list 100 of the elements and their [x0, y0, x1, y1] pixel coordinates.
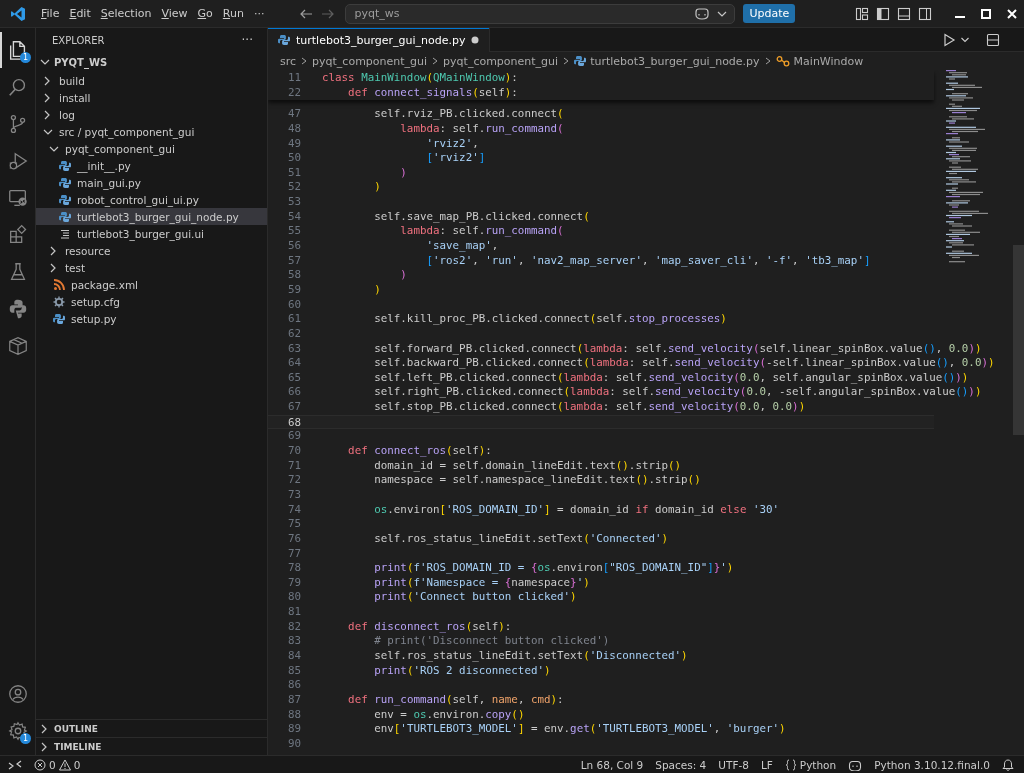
- explorer-entry[interactable]: setup.py: [36, 310, 267, 327]
- breadcrumb-item[interactable]: pyqt_component_gui: [443, 54, 559, 68]
- explorer-folder[interactable]: resource: [36, 242, 267, 259]
- maximize-icon[interactable]: [981, 8, 991, 19]
- line-number: 57: [286, 253, 302, 269]
- menu-item[interactable]: View: [156, 5, 193, 22]
- line-number: 85: [286, 663, 302, 679]
- code-line: 'rviz2',: [425, 136, 479, 152]
- line-number: 52: [286, 180, 302, 196]
- folder-header[interactable]: PYQT_WS: [36, 52, 267, 72]
- line-number: 72: [286, 473, 302, 488]
- status-item[interactable]: Python 3.10.12.final.0: [874, 758, 990, 771]
- explorer-folder[interactable]: src / pyqt_component_gui: [36, 123, 267, 140]
- explorer-entry[interactable]: setup.cfg: [36, 293, 267, 310]
- explorer-folder[interactable]: pyqt_component_gui: [36, 140, 267, 157]
- breadcrumb-item[interactable]: src: [280, 54, 297, 68]
- menu-item[interactable]: Selection: [95, 5, 157, 22]
- line-number: 51: [286, 165, 302, 181]
- explorer-entry[interactable]: main_gui.py: [36, 174, 267, 191]
- python-file-icon: [59, 159, 71, 172]
- problems-button[interactable]: 0 0: [34, 758, 81, 771]
- explorer-folder[interactable]: build: [36, 72, 267, 89]
- code-line: lambda: self.run_command(: [399, 224, 564, 240]
- command-center-field[interactable]: pyqt_ws: [345, 3, 736, 24]
- code-line: env['TURTLEBOT3_MODEL'] = env.get('TURTLEBOT3_MODEL', 'burger'): [373, 722, 786, 737]
- editor-tab[interactable]: turtlebot3_burger_gui_node.py: [268, 28, 491, 52]
- status-item[interactable]: UTF-8: [718, 758, 749, 771]
- status-item[interactable]: Spaces: 4: [655, 758, 707, 771]
- line-number: 63: [286, 341, 302, 357]
- braces-icon: [784, 758, 797, 771]
- explorer-entry[interactable]: package.xml: [36, 276, 267, 293]
- line-number: 71: [286, 458, 302, 474]
- line-number: 55: [286, 224, 302, 240]
- lines-icon: [59, 227, 71, 240]
- bell-icon[interactable]: [1002, 758, 1014, 771]
- code-line: ): [399, 165, 407, 181]
- line-number: 11: [286, 71, 302, 86]
- line-number: 50: [286, 151, 302, 166]
- copilot-icon[interactable]: [694, 6, 711, 21]
- explorer-entry[interactable]: __init__.py: [36, 157, 267, 174]
- package-icon[interactable]: [6, 335, 29, 357]
- remote-explorer-icon[interactable]: [6, 187, 29, 209]
- code-line: os.environ['ROS_DOMAIN_ID'] = domain_id if domain_id else '30': [373, 502, 780, 518]
- line-number: 54: [286, 209, 302, 225]
- python-file-icon: [59, 176, 71, 189]
- line-number: 62: [286, 326, 302, 342]
- line-number: 76: [286, 531, 302, 547]
- notification-badge: 1: [20, 52, 31, 63]
- line-number: 70: [286, 444, 302, 459]
- code-line: namespace = self.namespace_lineEdit.text().strip(): [373, 473, 701, 488]
- explorer-entry[interactable]: turtlebot3_burger_gui_node.py: [36, 208, 267, 225]
- breadcrumb-item[interactable]: MainWindow: [775, 54, 864, 68]
- code-line: env = os.environ.copy(): [373, 707, 525, 723]
- code-line: print('Connect button clicked'): [373, 590, 577, 606]
- close-icon[interactable]: [1007, 8, 1017, 19]
- code-line: def connect_signals(self):: [347, 85, 518, 101]
- settings-icon[interactable]: [6, 720, 29, 742]
- menu-item[interactable]: Run: [217, 5, 249, 22]
- secondary-sidebar-icon[interactable]: [918, 6, 932, 21]
- layout-icon[interactable]: [855, 6, 869, 21]
- code-line: lambda: self.run_command(: [399, 121, 564, 137]
- more-menu[interactable]: ···: [248, 5, 270, 22]
- line-number: 83: [286, 634, 302, 649]
- code-line: class MainWindow(QMainWindow):: [322, 71, 518, 86]
- status-item[interactable]: Ln 68, Col 9: [580, 758, 644, 771]
- breadcrumb-item[interactable]: turtlebot3_burger_gui_node.py: [574, 54, 760, 68]
- line-number: 53: [286, 195, 302, 210]
- status-item[interactable]: LF: [760, 758, 773, 771]
- line-number: 77: [286, 546, 302, 562]
- split-editor-icon[interactable]: [986, 32, 1000, 47]
- line-number: 88: [286, 707, 302, 723]
- status-item[interactable]: Python: [784, 758, 837, 771]
- explorer-folder[interactable]: log: [36, 106, 267, 123]
- more-actions-button[interactable]: ···: [241, 33, 253, 47]
- line-number: 69: [286, 429, 302, 444]
- section-header[interactable]: OUTLINE: [36, 719, 267, 737]
- run-icon[interactable]: [942, 32, 956, 47]
- update-button[interactable]: Update: [743, 4, 796, 23]
- menu-item[interactable]: Edit: [64, 5, 96, 22]
- explorer-folder[interactable]: test: [36, 259, 267, 276]
- account-icon[interactable]: [6, 683, 29, 705]
- explorer-entry[interactable]: turtlebot3_burger_gui.ui: [36, 225, 267, 242]
- explorer-folder[interactable]: install: [36, 89, 267, 106]
- gear-icon: [53, 295, 65, 308]
- line-number: 78: [286, 561, 302, 576]
- line-number: 81: [286, 605, 302, 620]
- line-number: 82: [286, 619, 302, 635]
- line-number: 89: [286, 722, 302, 737]
- code-line: domain_id = self.domain_lineEdit.text().strip(): [373, 458, 682, 474]
- menu-item[interactable]: File: [36, 5, 65, 22]
- explorer-entry[interactable]: robot_control_gui_ui.py: [36, 191, 267, 208]
- line-number: 60: [286, 297, 302, 313]
- line-number: 64: [286, 356, 302, 371]
- panel-toggle-icon[interactable]: [897, 6, 911, 21]
- sidebar-toggle-icon[interactable]: [876, 6, 890, 21]
- line-number: 75: [286, 517, 302, 532]
- breadcrumb-item[interactable]: pyqt_component_gui: [312, 54, 428, 68]
- line-number: 65: [286, 370, 302, 386]
- copilot-icon[interactable]: [848, 758, 863, 771]
- menu-item[interactable]: Go: [192, 5, 218, 22]
